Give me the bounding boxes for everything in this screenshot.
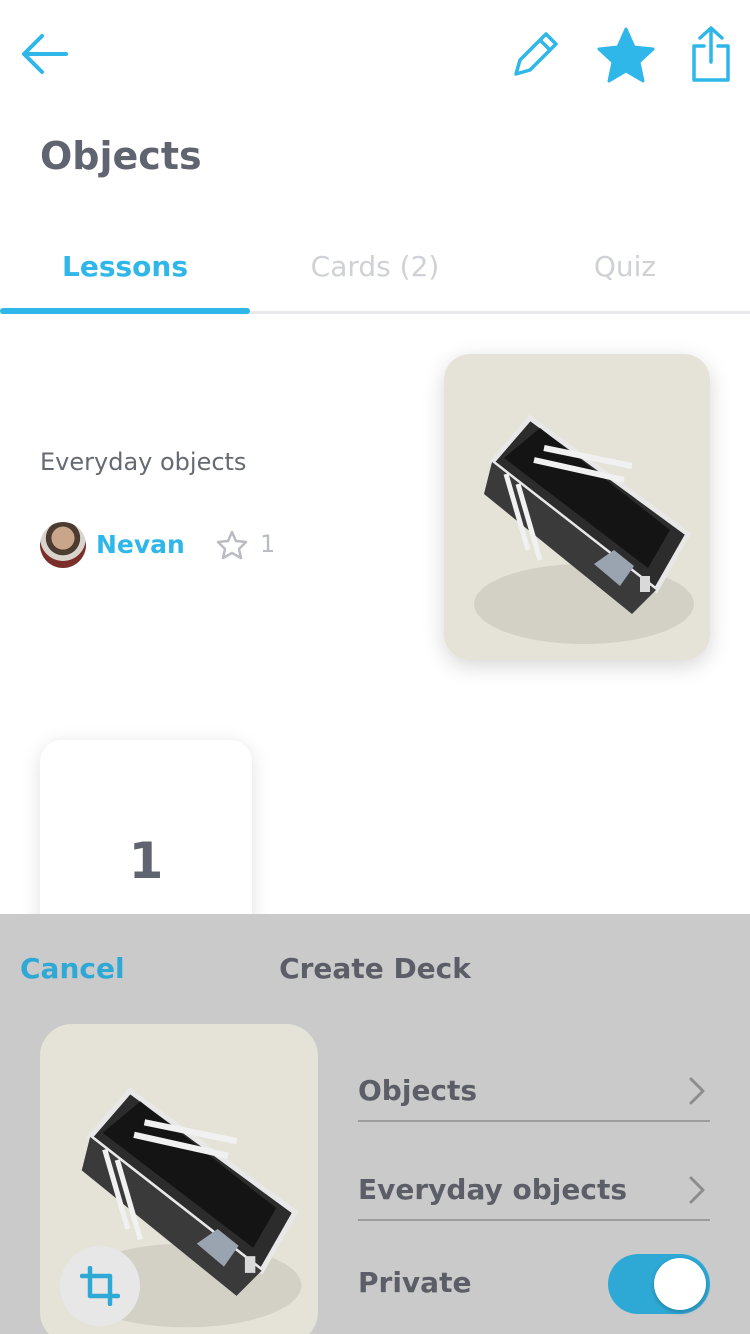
- share-icon[interactable]: [688, 24, 734, 84]
- crop-icon: [80, 1266, 120, 1306]
- chevron-right-icon: [689, 1176, 705, 1204]
- create-deck-sheet: Create Deck Cancel Objects Everyday obje…: [0, 914, 750, 1334]
- lesson-description: Everyday objects: [40, 448, 247, 476]
- star-count: 1: [260, 530, 276, 558]
- lesson-item[interactable]: Everyday objects Nevan 1: [0, 340, 750, 680]
- private-label: Private: [358, 1266, 472, 1299]
- deck-name-field[interactable]: Objects: [358, 1072, 710, 1122]
- active-tab-indicator: [0, 308, 250, 314]
- author-name[interactable]: Nevan: [96, 530, 185, 559]
- private-toggle[interactable]: [608, 1254, 710, 1314]
- navigation-bar: [0, 0, 750, 110]
- deck-number: 1: [128, 832, 164, 890]
- crop-button[interactable]: [60, 1246, 140, 1326]
- page-title: Objects: [40, 134, 202, 178]
- star-icon[interactable]: [596, 26, 656, 84]
- pencil-icon[interactable]: [508, 28, 562, 82]
- back-arrow-icon[interactable]: [18, 30, 70, 78]
- tab-quiz[interactable]: Quiz: [500, 250, 750, 283]
- deck-description-field[interactable]: Everyday objects: [358, 1171, 710, 1221]
- tab-bar: Lessons Cards (2) Quiz: [0, 240, 750, 314]
- toggle-knob[interactable]: [654, 1258, 706, 1310]
- chevron-right-icon: [689, 1077, 705, 1105]
- avatar[interactable]: [40, 522, 86, 568]
- tab-cards[interactable]: Cards (2): [250, 250, 500, 283]
- deck-description-label: Everyday objects: [358, 1173, 628, 1206]
- lesson-image[interactable]: [444, 354, 710, 660]
- tab-lessons[interactable]: Lessons: [0, 250, 250, 283]
- star-outline-icon[interactable]: [216, 530, 248, 560]
- deck-name-label: Objects: [358, 1074, 478, 1107]
- cancel-button[interactable]: Cancel: [20, 952, 125, 985]
